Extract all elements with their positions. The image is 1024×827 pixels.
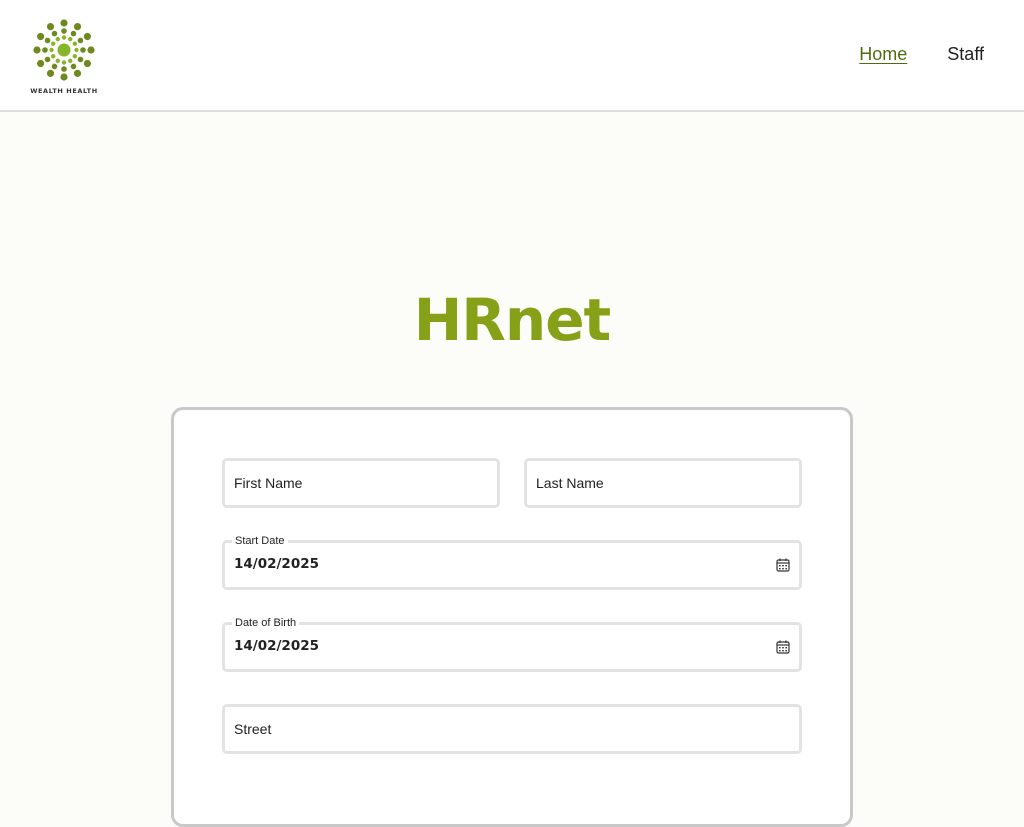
first-name-field[interactable] (222, 458, 500, 508)
start-date-value[interactable]: 14/02/2025 (234, 556, 319, 572)
date-of-birth-value[interactable]: 14/02/2025 (234, 638, 319, 654)
date-of-birth-field[interactable]: Date of Birth 14/02/2025 (222, 616, 802, 672)
street-input[interactable] (234, 707, 758, 751)
first-name-input[interactable] (234, 461, 456, 505)
main-nav: Home Staff (859, 44, 984, 65)
sunburst-logo-icon (33, 19, 95, 81)
street-field[interactable] (222, 704, 802, 754)
nav-home-link[interactable]: Home (859, 44, 907, 65)
calendar-icon[interactable] (776, 640, 790, 654)
site-header: WEALTH HEALTH Home Staff (0, 0, 1024, 112)
page-title: HRnet (413, 286, 612, 354)
create-employee-form: Start Date 14/02/2025 Date of Birth 14/0… (171, 407, 853, 827)
last-name-field[interactable] (524, 458, 802, 508)
last-name-input[interactable] (536, 461, 758, 505)
wealth-health-logo[interactable]: WEALTH HEALTH (28, 14, 100, 98)
date-of-birth-label: Date of Birth (232, 616, 300, 630)
calendar-icon[interactable] (776, 558, 790, 572)
start-date-label: Start Date (232, 534, 288, 548)
logo-text: WEALTH HEALTH (30, 87, 98, 95)
nav-staff-link[interactable]: Staff (947, 44, 984, 65)
start-date-field[interactable]: Start Date 14/02/2025 (222, 534, 802, 590)
